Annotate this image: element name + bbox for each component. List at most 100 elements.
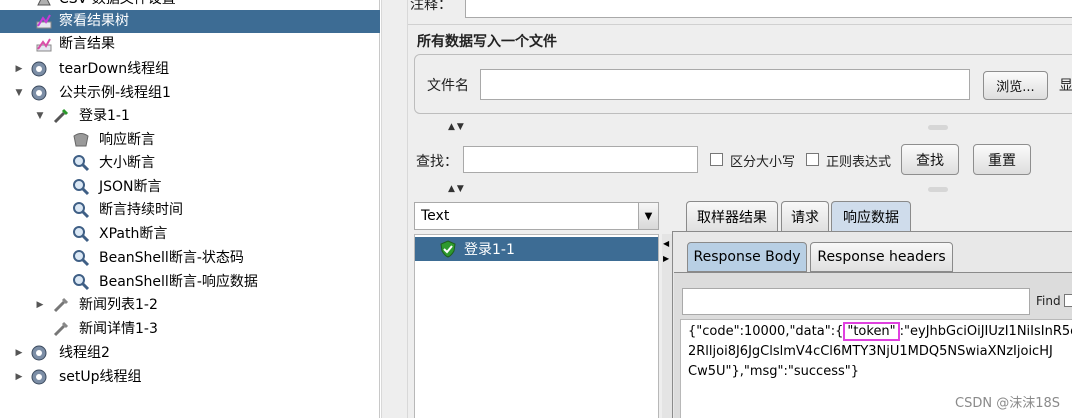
- tree-item-label: 登录1-1: [79, 108, 130, 124]
- collapse-arrow-icon[interactable]: ▼: [35, 111, 45, 121]
- case-sensitive-label: 区分大小写: [730, 155, 796, 170]
- test-plan-tree: CSV 数据文件设置 察看结果树 断言结果 ▶ tearDown线程组 ▼ 公共…: [0, 0, 380, 418]
- sampler-dropper-icon: [52, 296, 70, 314]
- tree-item-xpath-assertion[interactable]: XPath断言: [0, 223, 380, 246]
- splitter-grip[interactable]: [928, 187, 948, 192]
- splitter-grip[interactable]: [928, 125, 948, 130]
- chevron-down-icon[interactable]: ▼: [638, 203, 658, 229]
- tree-item-label: 公共示例-线程组1: [59, 85, 171, 101]
- file-section-title: 所有数据写入一个文件: [417, 34, 557, 50]
- watermark-text: CSDN @沫沫18S: [955, 396, 1060, 411]
- renderer-select-value: Text: [421, 208, 450, 224]
- expand-arrow-icon[interactable]: ▶: [14, 372, 24, 382]
- response-line-3: Cw5U"},"msg":"success"}: [688, 364, 859, 379]
- thread-group-gear-icon: [30, 344, 48, 362]
- tree-item-response-assertion[interactable]: 响应断言: [0, 129, 380, 152]
- splitter-arrows-icon[interactable]: ▲▼: [448, 122, 466, 132]
- tab-sampler-result[interactable]: 取样器结果: [686, 201, 778, 231]
- expand-arrow-icon[interactable]: ▶: [14, 64, 24, 74]
- tree-item-label: JSON断言: [99, 179, 162, 195]
- tree-item-size-assertion[interactable]: 大小断言: [0, 152, 380, 175]
- token-key-highlight: "token": [843, 322, 900, 341]
- result-item-label: 登录1-1: [464, 242, 515, 258]
- tree-item-news-list[interactable]: ▶ 新闻列表1-2: [0, 294, 380, 317]
- collapse-left-icon[interactable]: ◀: [663, 239, 669, 248]
- tab-response-data[interactable]: 响应数据: [831, 201, 911, 231]
- magnifier-icon: [72, 154, 90, 172]
- filename-input[interactable]: [480, 69, 970, 100]
- tree-item-label: tearDown线程组: [59, 61, 170, 77]
- tree-item-label: 响应断言: [99, 132, 155, 148]
- response-body-text: {"code":10000,"data":{"token":"eyJhbGciO…: [688, 322, 1072, 382]
- find-button[interactable]: 查找: [901, 144, 959, 175]
- regex-checkbox[interactable]: [806, 153, 819, 166]
- tree-item-label: setUp线程组: [59, 369, 142, 385]
- inner-split-divider[interactable]: ◀ ▶: [662, 234, 672, 418]
- search-label: 查找：: [416, 154, 458, 170]
- tree-item-duration-assertion[interactable]: 断言持续时间: [0, 199, 380, 222]
- success-shield-icon: [439, 240, 457, 258]
- tree-item-json-assertion[interactable]: JSON断言: [0, 176, 380, 199]
- thread-group-gear-icon: [30, 60, 48, 78]
- reset-button[interactable]: 重置: [973, 144, 1031, 175]
- assertion-results-icon: [35, 35, 53, 53]
- browse-button[interactable]: 浏览...: [983, 71, 1048, 100]
- sampler-dropper-icon: [52, 320, 70, 338]
- subtab-response-headers[interactable]: Response headers: [810, 242, 953, 272]
- display-label: 显: [1059, 78, 1072, 94]
- tree-item-news-detail[interactable]: 新闻详情1-3: [0, 318, 380, 341]
- assertion-icon: [72, 131, 90, 149]
- tree-item-label: XPath断言: [99, 226, 168, 242]
- thread-group-gear-icon: [30, 84, 48, 102]
- tree-item-assertion-results[interactable]: 断言结果: [0, 33, 380, 56]
- tree-item-thread-group-2[interactable]: ▶ 线程组2: [0, 342, 380, 365]
- splitter-arrows-icon[interactable]: ▲▼: [448, 184, 466, 194]
- split-pane-divider[interactable]: [381, 0, 408, 418]
- csv-config-icon: [35, 0, 53, 8]
- tree-item-beanshell-status-assertion[interactable]: BeanShell断言-状态码: [0, 247, 380, 270]
- response-find-input[interactable]: [682, 288, 1030, 315]
- tree-item-label: 新闻列表1-2: [79, 297, 158, 313]
- case-sensitive-checkbox[interactable]: [710, 153, 723, 166]
- magnifier-icon: [72, 201, 90, 219]
- response-find-checkbox[interactable]: [1064, 294, 1072, 307]
- subtab-response-body[interactable]: Response Body: [687, 242, 807, 272]
- tree-item-teardown-thread-group[interactable]: ▶ tearDown线程组: [0, 58, 380, 81]
- expand-arrow-icon[interactable]: ▶: [35, 300, 45, 310]
- tree-item-beanshell-response-assertion[interactable]: BeanShell断言-响应数据: [0, 271, 380, 294]
- collapse-arrow-icon[interactable]: ▼: [14, 88, 24, 98]
- thread-group-gear-icon: [30, 368, 48, 386]
- response-line-1-prefix: {"code":10000,"data":{: [688, 324, 844, 339]
- regex-label: 正则表达式: [826, 155, 892, 170]
- tree-item-login-1-1[interactable]: ▼ 登录1-1: [0, 105, 380, 128]
- tree-item-results-tree[interactable]: 察看结果树: [0, 10, 380, 33]
- tab-request[interactable]: 请求: [781, 201, 829, 231]
- search-input[interactable]: [463, 146, 698, 173]
- filename-label: 文件名: [427, 78, 469, 94]
- renderer-select[interactable]: Text ▼: [414, 202, 659, 230]
- magnifier-icon: [72, 273, 90, 291]
- comment-input[interactable]: [465, 0, 1072, 18]
- comment-label: 注释：: [410, 0, 452, 13]
- tree-item-setup-thread-group[interactable]: ▶ setUp线程组: [0, 366, 380, 389]
- tree-item-label: 断言持续时间: [99, 202, 183, 218]
- results-tree-panel: 注释： 所有数据写入一个文件 文件名 浏览... 显 ▲▼ 查找： 区分大小写 …: [408, 0, 1072, 418]
- response-line-2: 2Rlljoi8J6JgClslmV4cCl6MTY3NjU1MDQ5NSwia…: [688, 344, 1053, 359]
- tree-item-label: 大小断言: [99, 155, 155, 171]
- tree-item-label: BeanShell断言-响应数据: [99, 274, 258, 290]
- tree-item-label: 察看结果树: [59, 13, 129, 29]
- result-item-login[interactable]: 登录1-1: [415, 237, 658, 261]
- tree-item-label: 新闻详情1-3: [79, 321, 158, 337]
- sampler-dropper-icon: [52, 107, 70, 125]
- response-line-1-suffix: :"eyJhbGciOiJIUzI1NiIsInR5cC: [899, 324, 1072, 339]
- tree-item-label: 线程组2: [59, 345, 110, 361]
- result-list: [414, 234, 659, 418]
- tree-item-common-thread-group-1[interactable]: ▼ 公共示例-线程组1: [0, 82, 380, 105]
- expand-arrow-icon[interactable]: ▶: [14, 348, 24, 358]
- magnifier-icon: [72, 178, 90, 196]
- results-tree-icon: [35, 12, 53, 30]
- magnifier-icon: [72, 225, 90, 243]
- collapse-right-icon[interactable]: ▶: [663, 254, 669, 263]
- response-find-label: Find: [1036, 294, 1061, 308]
- magnifier-icon: [72, 249, 90, 267]
